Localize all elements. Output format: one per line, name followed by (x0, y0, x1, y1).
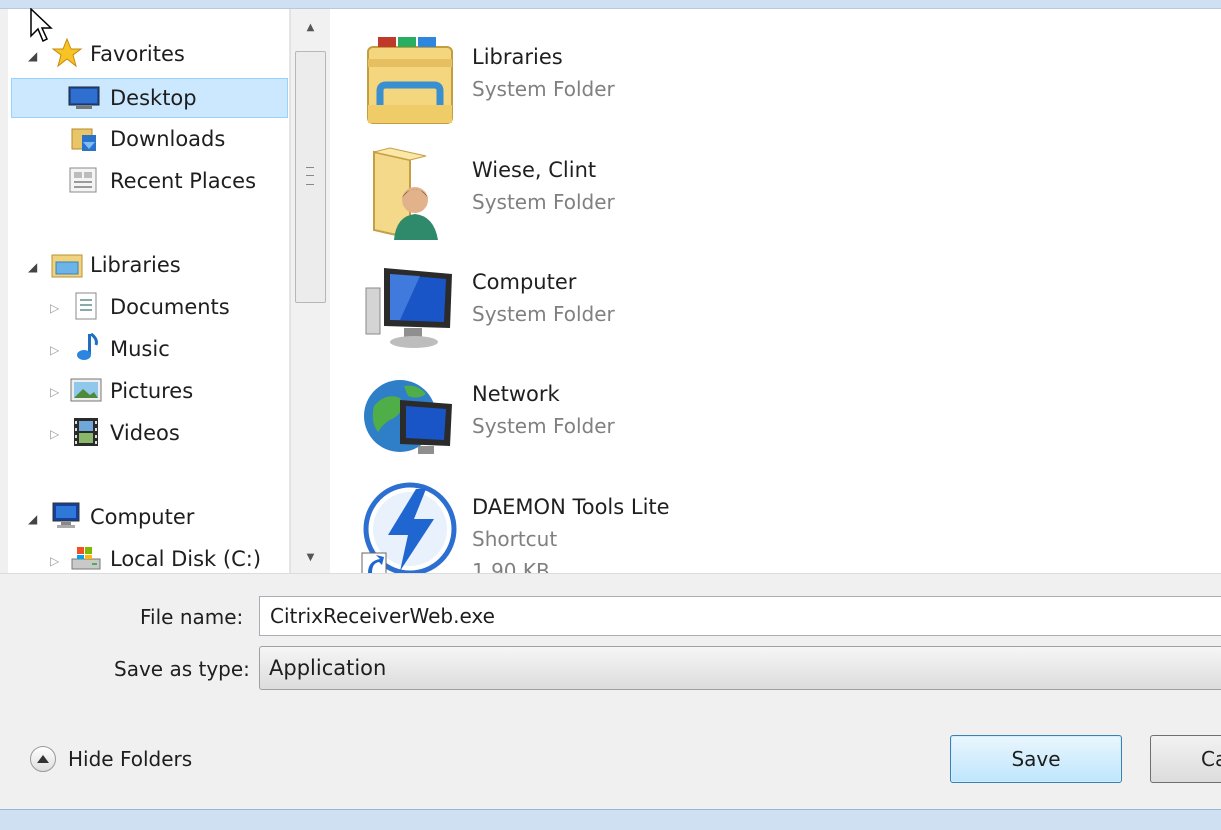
sidebar-item-recent-places[interactable]: Recent Places (110, 163, 256, 199)
file-type: Shortcut (472, 527, 558, 551)
sidebar-item-desktop[interactable]: Desktop (11, 78, 288, 118)
sidebar-item-label: Desktop (110, 86, 197, 110)
cancel-button[interactable]: Ca (1150, 735, 1221, 783)
scroll-down-arrow-icon[interactable]: ▼ (291, 545, 330, 571)
videos-filmstrip-icon (74, 418, 98, 446)
sidebar-item-label: Libraries (90, 253, 181, 277)
sidebar-item-local-disk[interactable]: Local Disk (C:) (110, 541, 261, 577)
documents-icon (75, 292, 97, 320)
sidebar-item-label: Pictures (110, 379, 194, 403)
file-list-pane[interactable]: Libraries System Folder Wiese, Clint Sys… (330, 9, 1221, 573)
sidebar-item-pictures[interactable]: Pictures (110, 373, 193, 409)
save-dialog-form: File name: CitrixReceiverWeb.exe Save as… (0, 573, 1221, 810)
sidebar-item-label: Music (110, 337, 170, 361)
libraries-folder-icon (367, 37, 453, 124)
file-name: Network (472, 382, 560, 406)
sidebar-item-videos[interactable]: Videos (110, 415, 180, 451)
hide-folders-label: Hide Folders (68, 747, 193, 771)
file-item-daemon-tools[interactable]: DAEMON Tools Lite Shortcut 1.90 KB (360, 479, 960, 573)
file-item-libraries[interactable]: Libraries System Folder (360, 29, 960, 129)
desktop-icon (68, 86, 100, 109)
expand-arrow-videos[interactable]: ▷ (50, 427, 59, 441)
sidebar-item-label: Local Disk (C:) (110, 547, 262, 571)
network-icon (364, 380, 452, 454)
sidebar-item-label: Computer (90, 505, 195, 529)
file-item-network[interactable]: Network System Folder (360, 366, 960, 466)
chevron-up-icon (30, 746, 56, 772)
sidebar-item-libraries[interactable]: Libraries (90, 247, 181, 283)
mouse-cursor-icon (30, 8, 53, 43)
sidebar-item-label: Recent Places (110, 169, 257, 193)
save-as-type-label: Save as type: (114, 657, 250, 681)
file-name-label: File name: (140, 605, 244, 629)
pictures-icon (70, 378, 102, 402)
file-name: Wiese, Clint (472, 158, 597, 182)
expand-arrow-documents[interactable]: ▷ (50, 301, 59, 315)
save-as-type-select[interactable]: Application (259, 646, 1221, 690)
file-type: System Folder (472, 414, 615, 438)
save-button[interactable]: Save (950, 735, 1122, 783)
file-type: System Folder (472, 77, 615, 101)
sidebar-item-downloads[interactable]: Downloads (110, 121, 225, 157)
computer-icon (52, 502, 80, 528)
sidebar-item-documents[interactable]: Documents (110, 289, 230, 325)
expand-arrow-music[interactable]: ▷ (50, 343, 59, 357)
daemon-tools-icon (361, 482, 457, 573)
recent-places-icon (69, 167, 97, 193)
navigation-scrollbar[interactable]: ▲ ▼ (290, 9, 331, 573)
sidebar-item-music[interactable]: Music (110, 331, 170, 367)
file-item-computer[interactable]: Computer System Folder (360, 254, 960, 354)
sidebar-item-label: Downloads (110, 127, 226, 151)
file-name: Computer (472, 270, 577, 294)
file-item-user-folder[interactable]: Wiese, Clint System Folder (360, 142, 960, 242)
window-bottom-border (0, 809, 1221, 830)
expand-arrow-favorites[interactable]: ◢ (28, 49, 37, 63)
sidebar-item-label: Documents (110, 295, 230, 319)
sidebar-item-label: Videos (110, 421, 180, 445)
computer-icon (365, 268, 452, 348)
file-type: System Folder (472, 302, 615, 326)
expand-arrow-computer[interactable]: ◢ (28, 512, 37, 526)
window-top-border (0, 0, 1221, 9)
sidebar-item-label: Favorites (90, 42, 185, 66)
expand-arrow-local-disk[interactable]: ▷ (50, 554, 59, 568)
scrollbar-thumb[interactable] (295, 51, 326, 303)
downloads-folder-icon (71, 128, 96, 151)
sidebar-item-favorites[interactable]: Favorites (90, 36, 185, 72)
scrollbar-grip-icon (306, 167, 314, 185)
file-name: Libraries (472, 45, 563, 69)
file-name-input[interactable]: CitrixReceiverWeb.exe (259, 596, 1221, 636)
file-type: System Folder (472, 190, 615, 214)
music-note-icon (77, 332, 98, 360)
favorites-star-icon (52, 38, 82, 68)
local-disk-icon (71, 547, 101, 570)
sidebar-item-computer[interactable]: Computer (90, 499, 194, 535)
file-size: 1.90 KB (472, 559, 550, 573)
hide-folders-button[interactable]: Hide Folders (30, 746, 192, 772)
navigation-pane[interactable]: ◢ Favorites Desktop Downloads Recent Pla… (8, 9, 290, 573)
expand-arrow-pictures[interactable]: ▷ (50, 385, 59, 399)
libraries-icon (51, 254, 83, 278)
expand-arrow-libraries[interactable]: ◢ (28, 260, 37, 274)
file-name: DAEMON Tools Lite (472, 495, 670, 519)
scroll-up-arrow-icon[interactable]: ▲ (291, 15, 330, 41)
user-folder-icon (373, 147, 438, 240)
